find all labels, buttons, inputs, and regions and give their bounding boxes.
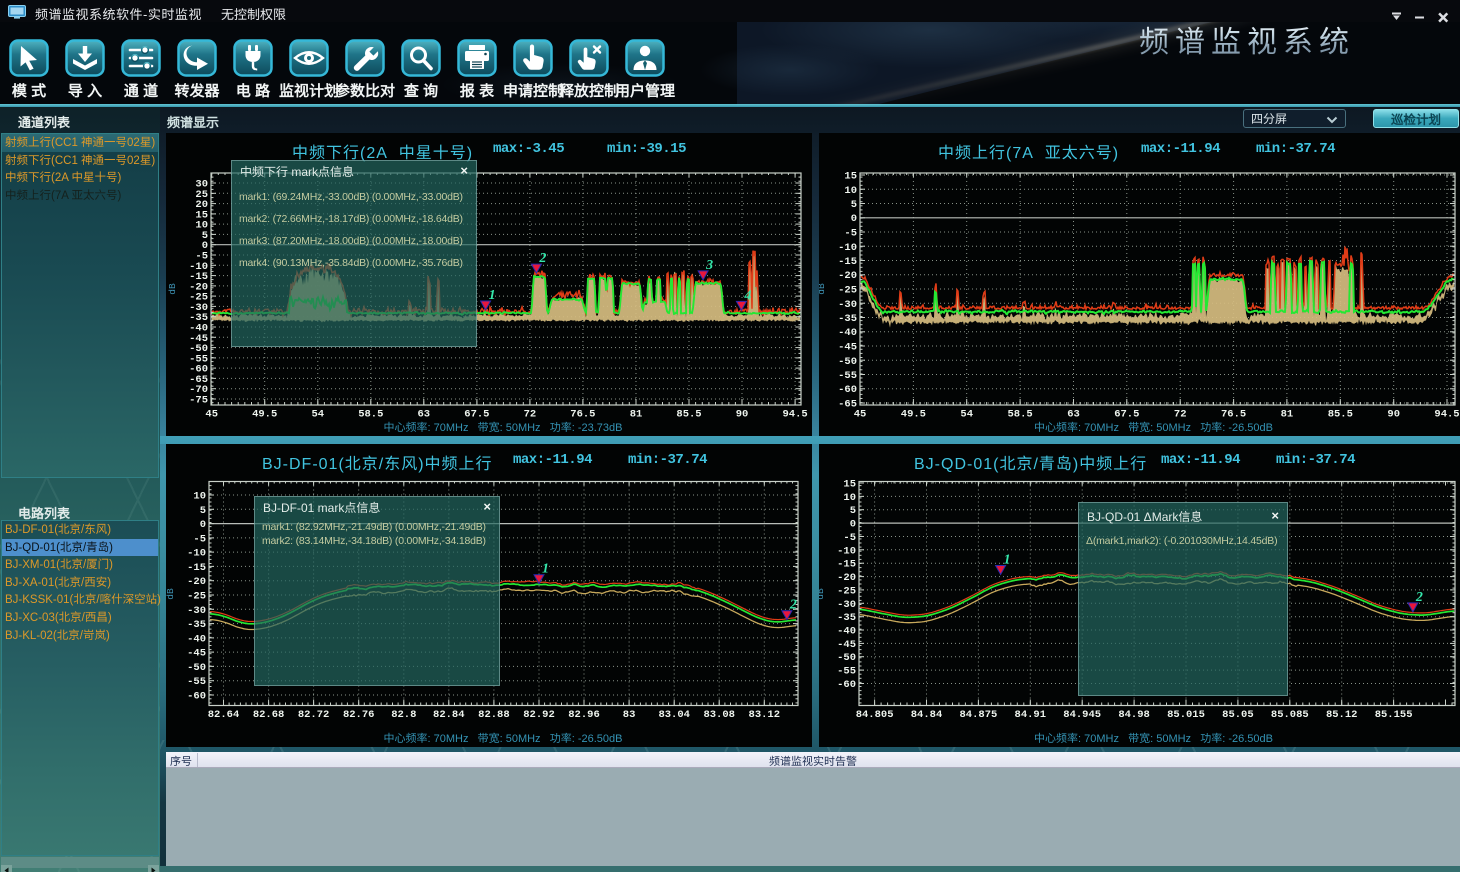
svg-text:82.8: 82.8 [391,709,416,721]
svg-text:5: 5 [851,199,857,211]
svg-text:-20: -20 [187,576,206,588]
svg-text:-35: -35 [187,619,206,631]
svg-text:2: 2 [538,251,546,266]
svg-text:-55: -55 [187,676,206,688]
svg-text:0: 0 [850,519,856,531]
svg-text:-5: -5 [193,533,206,545]
svg-text:-55: -55 [837,666,856,678]
svg-text:2: 2 [1415,590,1423,605]
svg-text:85.155: 85.155 [1375,709,1413,721]
svg-text:-50: -50 [837,652,856,664]
svg-text:-30: -30 [838,299,857,311]
svg-text:-15: -15 [837,559,856,571]
svg-text:-60: -60 [187,691,206,703]
svg-text:-45: -45 [838,342,857,354]
svg-text:0: 0 [200,519,206,531]
svg-text:83.08: 83.08 [703,709,735,721]
svg-text:85.085: 85.085 [1271,709,1309,721]
svg-text:4: 4 [743,288,751,303]
svg-text:-50: -50 [187,662,206,674]
svg-text:-15: -15 [838,256,857,268]
svg-text:-10: -10 [837,545,856,557]
svg-text:-30: -30 [837,599,856,611]
svg-text:-10: -10 [838,242,857,254]
svg-text:15: 15 [844,171,857,183]
svg-text:85.05: 85.05 [1222,709,1254,721]
svg-text:5: 5 [850,505,856,517]
svg-text:84.875: 84.875 [959,709,997,721]
svg-text:-30: -30 [187,605,206,617]
svg-text:dB: dB [819,283,827,295]
svg-text:83: 83 [623,709,636,721]
svg-text:82.76: 82.76 [343,709,375,721]
svg-text:-5: -5 [844,228,857,240]
svg-text:-40: -40 [837,626,856,638]
svg-text:1: 1 [542,562,549,577]
svg-text:0: 0 [851,213,857,225]
svg-text:10: 10 [844,185,857,197]
svg-text:84.945: 84.945 [1063,709,1101,721]
svg-text:84.805: 84.805 [856,709,894,721]
svg-text:84.98: 84.98 [1118,709,1150,721]
svg-text:82.88: 82.88 [478,709,510,721]
svg-text:-10: -10 [187,548,206,560]
svg-text:85.12: 85.12 [1326,709,1358,721]
svg-text:82.72: 82.72 [298,709,330,721]
svg-text:10: 10 [193,491,206,503]
svg-text:-15: -15 [187,562,206,574]
svg-text:82.84: 82.84 [433,709,465,721]
svg-text:84.84: 84.84 [911,709,943,721]
svg-text:85.015: 85.015 [1167,709,1205,721]
svg-text:-45: -45 [837,639,856,651]
svg-text:-40: -40 [187,633,206,645]
svg-text:-25: -25 [837,585,856,597]
svg-text:-60: -60 [837,679,856,691]
svg-text:83.12: 83.12 [749,709,781,721]
svg-text:dB: dB [166,588,176,600]
svg-text:82.68: 82.68 [253,709,285,721]
svg-text:2: 2 [789,598,797,613]
svg-text:-45: -45 [187,648,206,660]
svg-text:-50: -50 [838,356,857,368]
svg-text:dB: dB [819,588,826,600]
svg-text:-60: -60 [838,384,857,396]
svg-text:15: 15 [843,479,856,491]
svg-text:1: 1 [1004,553,1011,568]
svg-text:-20: -20 [837,572,856,584]
svg-text:82.92: 82.92 [523,709,555,721]
svg-text:-20: -20 [838,270,857,282]
svg-text:-75: -75 [189,395,208,407]
svg-text:-55: -55 [838,370,857,382]
svg-text:82.96: 82.96 [568,709,600,721]
svg-text:1: 1 [489,288,496,303]
svg-text:83.04: 83.04 [658,709,690,721]
svg-text:84.91: 84.91 [1015,709,1047,721]
svg-text:-25: -25 [187,591,206,603]
svg-text:10: 10 [843,492,856,504]
svg-text:-35: -35 [838,313,857,325]
svg-text:5: 5 [200,505,206,517]
svg-text:-25: -25 [838,285,857,297]
svg-text:dB: dB [167,283,178,295]
svg-text:-40: -40 [838,327,857,339]
svg-text:3: 3 [705,258,713,273]
svg-text:82.64: 82.64 [208,709,240,721]
svg-text:-35: -35 [837,612,856,624]
svg-text:-5: -5 [843,532,856,544]
